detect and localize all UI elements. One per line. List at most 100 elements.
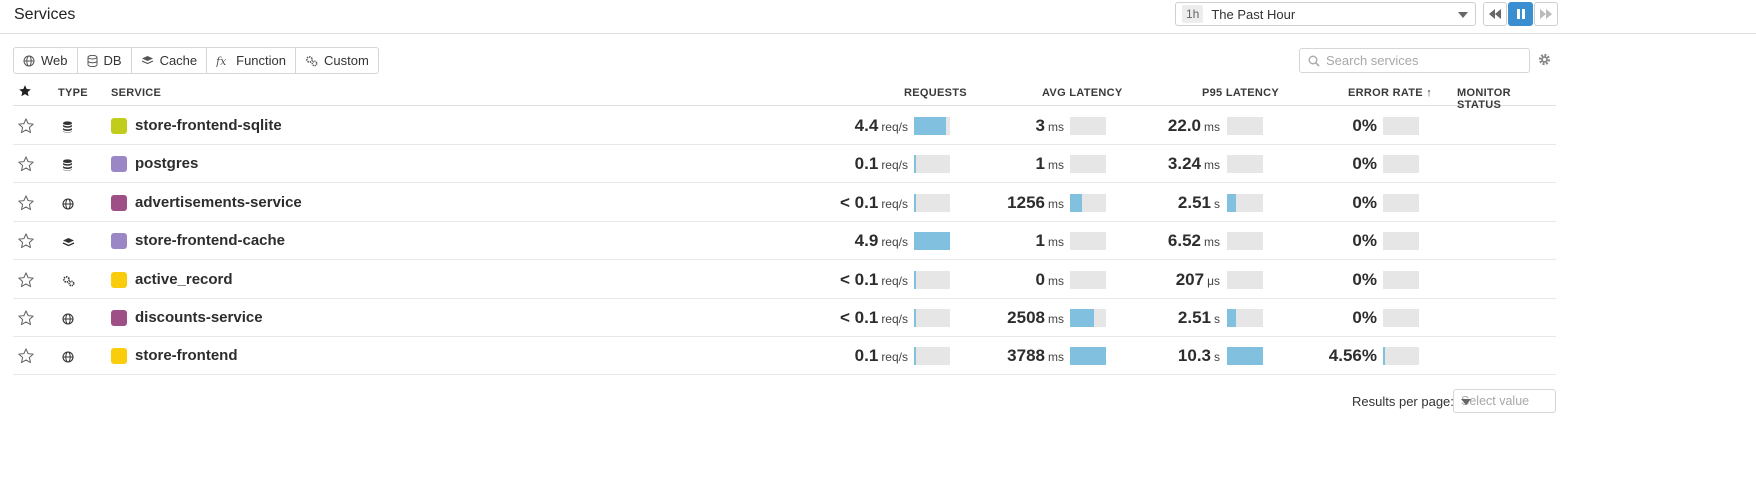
p95-latency-unit: ms [1204, 120, 1220, 134]
filter-db-button[interactable]: DB [78, 48, 132, 73]
favorite-star-button[interactable] [17, 155, 35, 178]
star-icon [17, 271, 35, 293]
settings-button[interactable] [1537, 52, 1552, 72]
error-rate-number: 0% [1352, 154, 1377, 174]
p95-latency-bar-fill [1227, 309, 1236, 327]
favorite-star-button[interactable] [17, 117, 35, 140]
favorite-star-button[interactable] [17, 347, 35, 370]
star-icon [17, 348, 35, 369]
avg-latency-value: 0 ms [1036, 270, 1064, 290]
time-range-label: The Past Hour [1211, 6, 1296, 22]
service-name-link[interactable]: postgres [135, 155, 198, 172]
favorite-star-button[interactable] [17, 232, 35, 255]
requests-bar-fill [914, 270, 916, 289]
requests-unit: req/s [881, 235, 908, 250]
star-icon [17, 118, 35, 139]
error-rate-value: 0% [1352, 270, 1377, 290]
p95-latency-number: 3.24 [1167, 154, 1201, 174]
avg-latency-column-header[interactable]: AVG LATENCY [1042, 87, 1123, 99]
p95-latency-bar [1227, 309, 1263, 327]
time-range-select[interactable]: 1h The Past Hour [1175, 2, 1476, 26]
page-title: Services [14, 6, 76, 23]
p95-latency-value: 207 μs [1176, 270, 1220, 290]
error-rate-value: 0% [1352, 308, 1377, 328]
avg-latency-number: 2508 [1007, 308, 1045, 327]
service-name-link[interactable]: store-frontend [135, 347, 238, 364]
requests-unit: req/s [881, 273, 908, 288]
pause-button[interactable] [1508, 2, 1533, 26]
error-rate-bar [1383, 309, 1419, 327]
avg-latency-unit: ms [1048, 312, 1064, 326]
requests-number: < 0.1 [840, 269, 879, 289]
table-row[interactable]: store-frontend 0.1 req/s 3788 ms 10.3 s 4.56% [13, 337, 1556, 376]
error-rate-value: 0% [1352, 154, 1377, 174]
star-icon [17, 156, 35, 177]
database-icon [87, 54, 97, 67]
avg-latency-bar [1070, 117, 1106, 135]
error-rate-value: 0% [1352, 193, 1377, 213]
error-rate-bar [1383, 155, 1419, 174]
table-row[interactable]: active_record < 0.1 req/s 0 ms 207 μs 0% [13, 261, 1556, 299]
avg-latency-bar [1070, 155, 1106, 174]
favorite-star-button[interactable] [17, 194, 35, 217]
error-rate-bar [1383, 347, 1419, 366]
error-rate-number: 4.56% [1328, 346, 1377, 366]
star-icon [17, 233, 35, 254]
error-rate-number: 0% [1352, 308, 1377, 327]
requests-number: 0.1 [854, 154, 879, 174]
table-row[interactable]: advertisements-service < 0.1 req/s 1256 ms 2.… [13, 184, 1556, 222]
filter-web-button[interactable]: Web [14, 48, 78, 73]
error-rate-column-header[interactable]: ERROR RATE ↑ [1348, 87, 1432, 99]
avg-latency-value: 1 ms [1036, 154, 1064, 174]
error-rate-value: 0% [1352, 231, 1377, 251]
service-name-link[interactable]: store-frontend-sqlite [135, 117, 282, 134]
requests-bar [914, 117, 950, 135]
table-row[interactable]: store-frontend-cache 4.9 req/s 1 ms 6.52 ms 0% [13, 222, 1556, 261]
error-rate-bar [1383, 193, 1419, 212]
requests-value: 0.1 req/s [855, 154, 908, 174]
service-name-link[interactable]: active_record [135, 271, 233, 288]
error-rate-bar [1383, 232, 1419, 251]
p95-latency-value: 6.52 ms [1168, 231, 1220, 251]
table-row[interactable]: postgres 0.1 req/s 1 ms 3.24 ms 0% [13, 145, 1556, 184]
favorite-column-header[interactable] [18, 84, 32, 101]
p95-latency-bar [1227, 270, 1263, 289]
filter-custom-label: Custom [324, 53, 369, 68]
filter-cache-label: Cache [159, 53, 198, 68]
filter-function-button[interactable]: fx Function [207, 48, 297, 73]
table-row[interactable]: store-frontend-sqlite 4.4 req/s 3 ms 22.0 ms 0% [13, 107, 1556, 145]
service-name-link[interactable]: discounts-service [135, 309, 263, 326]
p95-latency-value: 2.51 s [1178, 193, 1220, 213]
p95-latency-value: 10.3 s [1178, 346, 1220, 366]
rewind-button[interactable] [1483, 2, 1507, 26]
results-per-page-select[interactable]: Select value [1453, 389, 1556, 413]
requests-bar-fill [914, 193, 916, 212]
service-name-link[interactable]: store-frontend-cache [135, 232, 285, 249]
search-input[interactable] [1326, 53, 1516, 68]
favorite-star-button[interactable] [17, 271, 35, 294]
fast-forward-button[interactable] [1534, 2, 1558, 26]
avg-latency-bar [1070, 347, 1106, 366]
filter-cache-button[interactable]: Cache [132, 48, 208, 73]
top-bar: Services 1h The Past Hour [0, 0, 1756, 34]
requests-unit: req/s [881, 196, 908, 211]
table-header: TYPE SERVICE REQUESTS AVG LATENCY P95 LA… [13, 82, 1556, 111]
favorite-star-button[interactable] [17, 309, 35, 332]
table-row[interactable]: discounts-service < 0.1 req/s 2508 ms 2.51 s 0% [13, 299, 1556, 337]
avg-latency-unit: ms [1048, 158, 1064, 173]
error-rate-bar [1383, 270, 1419, 289]
globe-icon [62, 197, 74, 215]
error-rate-value: 4.56% [1329, 346, 1377, 366]
service-name-link[interactable]: advertisements-service [135, 194, 302, 211]
requests-bar [914, 309, 950, 327]
filter-custom-button[interactable]: Custom [296, 48, 378, 73]
p95-latency-unit: ms [1204, 158, 1220, 173]
service-column-header[interactable]: SERVICE [111, 87, 161, 99]
p95-latency-value: 2.51 s [1178, 308, 1220, 328]
p95-latency-column-header[interactable]: P95 LATENCY [1202, 87, 1279, 99]
type-column-header[interactable]: TYPE [58, 87, 88, 99]
avg-latency-bar [1070, 232, 1106, 251]
avg-latency-number: 3788 [1007, 346, 1045, 366]
requests-column-header[interactable]: REQUESTS [904, 87, 967, 99]
error-rate-value: 0% [1352, 116, 1377, 136]
